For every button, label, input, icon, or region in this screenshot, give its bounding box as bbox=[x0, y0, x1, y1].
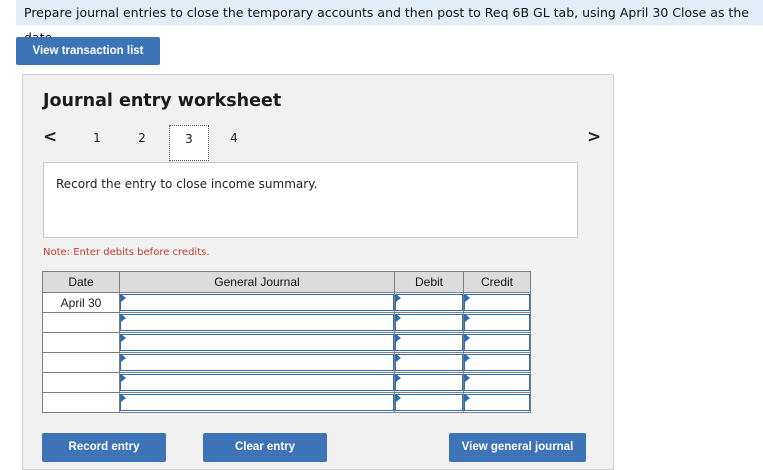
debit-input[interactable] bbox=[395, 394, 463, 411]
view-transaction-list-button[interactable]: View transaction list bbox=[16, 37, 160, 65]
credit-input[interactable] bbox=[464, 314, 530, 331]
credit-column-header: Credit bbox=[463, 271, 531, 293]
page-tab-2[interactable]: 2 bbox=[122, 125, 162, 163]
debits-note: Note: Enter debits before credits. bbox=[43, 247, 210, 258]
journal-account-cell[interactable] bbox=[119, 352, 395, 373]
credit-cell[interactable] bbox=[463, 352, 531, 373]
debit-cell[interactable] bbox=[394, 392, 464, 413]
credit-input[interactable] bbox=[464, 354, 530, 371]
debit-input[interactable] bbox=[395, 374, 463, 391]
journal-entry-table: Date General Journal Debit Credit April … bbox=[42, 271, 531, 413]
table-row bbox=[42, 312, 531, 333]
worksheet-title: Journal entry worksheet bbox=[43, 91, 282, 111]
date-cell bbox=[42, 372, 120, 393]
clear-entry-button[interactable]: Clear entry bbox=[203, 433, 327, 462]
debit-input[interactable] bbox=[395, 314, 463, 331]
journal-account-cell[interactable] bbox=[119, 392, 395, 413]
journal-account-cell[interactable] bbox=[119, 332, 395, 353]
debit-cell[interactable] bbox=[394, 332, 464, 353]
debit-cell[interactable] bbox=[394, 292, 464, 313]
page-tab-4[interactable]: 4 bbox=[214, 125, 254, 163]
credit-cell[interactable] bbox=[463, 372, 531, 393]
table-row bbox=[42, 372, 531, 393]
debit-input[interactable] bbox=[395, 334, 463, 351]
date-cell bbox=[42, 352, 120, 373]
debit-cell[interactable] bbox=[394, 352, 464, 373]
date-column-header: Date bbox=[42, 271, 120, 293]
journal-account-input[interactable] bbox=[120, 294, 394, 311]
debit-input[interactable] bbox=[395, 294, 463, 311]
debit-column-header: Debit bbox=[394, 271, 464, 293]
credit-cell[interactable] bbox=[463, 392, 531, 413]
credit-cell[interactable] bbox=[463, 332, 531, 353]
table-row bbox=[42, 352, 531, 373]
next-page-arrow-icon[interactable]: > bbox=[587, 127, 601, 147]
entry-prompt-text: Record the entry to close income summary… bbox=[56, 177, 318, 191]
credit-cell[interactable] bbox=[463, 312, 531, 333]
date-cell bbox=[42, 392, 120, 413]
previous-page-arrow-icon[interactable]: < bbox=[43, 127, 57, 147]
journal-account-input[interactable] bbox=[120, 334, 394, 351]
journal-account-input[interactable] bbox=[120, 354, 394, 371]
journal-account-cell[interactable] bbox=[119, 372, 395, 393]
journal-entry-worksheet: Journal entry worksheet < 1 2 3 4 > Reco… bbox=[22, 74, 614, 470]
entry-prompt-box: Record the entry to close income summary… bbox=[43, 162, 578, 238]
general-journal-column-header: General Journal bbox=[119, 271, 395, 293]
credit-input[interactable] bbox=[464, 294, 530, 311]
instruction-banner: Prepare journal entries to close the tem… bbox=[16, 0, 763, 45]
credit-input[interactable] bbox=[464, 394, 530, 411]
date-cell bbox=[42, 312, 120, 333]
table-row: April 30 bbox=[42, 292, 531, 313]
date-cell bbox=[42, 332, 120, 353]
credit-input[interactable] bbox=[464, 374, 530, 391]
credit-input[interactable] bbox=[464, 334, 530, 351]
journal-account-cell[interactable] bbox=[119, 312, 395, 333]
journal-account-input[interactable] bbox=[120, 314, 394, 331]
debit-input[interactable] bbox=[395, 354, 463, 371]
table-header-row: Date General Journal Debit Credit bbox=[42, 271, 531, 293]
table-row bbox=[42, 332, 531, 353]
page-tab-3[interactable]: 3 bbox=[169, 125, 209, 161]
journal-account-input[interactable] bbox=[120, 394, 394, 411]
page-tab-1[interactable]: 1 bbox=[77, 125, 117, 163]
debit-cell[interactable] bbox=[394, 372, 464, 393]
journal-account-input[interactable] bbox=[120, 374, 394, 391]
debit-cell[interactable] bbox=[394, 312, 464, 333]
table-row bbox=[42, 392, 531, 413]
view-general-journal-button[interactable]: View general journal bbox=[449, 433, 586, 462]
journal-account-cell[interactable] bbox=[119, 292, 395, 313]
date-cell: April 30 bbox=[42, 292, 120, 313]
credit-cell[interactable] bbox=[463, 292, 531, 313]
record-entry-button[interactable]: Record entry bbox=[42, 433, 166, 462]
